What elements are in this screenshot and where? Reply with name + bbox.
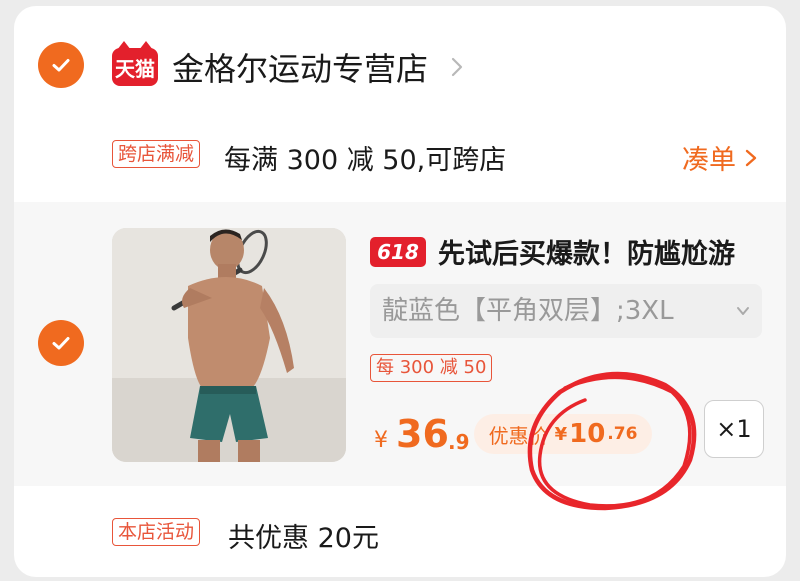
sku-value: 靛蓝色【平角双层】;3XL <box>382 296 674 326</box>
item-select-checkbox[interactable] <box>38 320 84 366</box>
store-activity-tag: 本店活动 <box>112 518 201 546</box>
shop-name[interactable]: 金格尔运动专营店 <box>172 44 428 90</box>
tmall-logo-icon: 天猫 <box>112 41 158 86</box>
price-decimal: .9 <box>448 430 470 454</box>
618-badge: 618 <box>370 237 426 267</box>
check-icon <box>52 59 70 72</box>
chevron-right-icon[interactable] <box>448 56 466 78</box>
coudan-label: 凑单 <box>682 145 736 176</box>
discount-tag: 每 300 减 50 <box>370 354 493 382</box>
chevron-down-icon <box>737 307 749 315</box>
coupon-symbol: ¥ <box>554 423 568 445</box>
product-thumbnail[interactable] <box>112 228 346 462</box>
shop-select-checkbox[interactable] <box>38 42 84 88</box>
coupon-decimal: .76 <box>607 424 638 444</box>
platform-badge-label: 天猫 <box>115 56 155 81</box>
coupon-integer: 10 <box>569 419 606 449</box>
shop-cart-card: 天猫 金格尔运动专营店 跨店满减 每满 300 减 50,可跨店 凑单 618 … <box>14 6 786 577</box>
price-integer: 36 <box>396 412 449 456</box>
coudan-button[interactable]: 凑单 <box>682 138 758 177</box>
promo-text: 每满 300 减 50,可跨店 <box>224 145 507 176</box>
cross-store-promo-tag: 跨店满减 <box>112 140 201 168</box>
store-activity-text: 共优惠 20元 <box>228 523 379 554</box>
sku-selector[interactable]: 靛蓝色【平角双层】;3XL <box>370 284 762 338</box>
coupon-price-pill: 优惠价 ¥ 10 .76 <box>474 414 652 454</box>
item-title[interactable]: 先试后买爆款！防尴尬游 <box>438 232 786 271</box>
check-icon <box>52 337 70 350</box>
coupon-label: 优惠价 <box>488 423 549 448</box>
chevron-right-icon <box>745 149 757 166</box>
quantity-stepper[interactable]: ×1 <box>704 400 764 458</box>
price-symbol: ¥ <box>374 428 388 453</box>
